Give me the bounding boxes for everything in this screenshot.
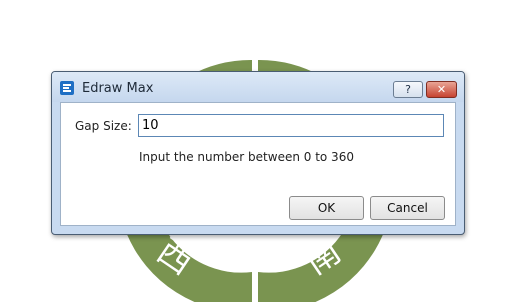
close-icon: ✕ (436, 83, 447, 96)
close-button[interactable]: ✕ (426, 81, 457, 98)
help-icon: ? (405, 83, 411, 96)
gap-size-label: Gap Size: (75, 119, 132, 133)
dialog-titlebar[interactable]: Edraw Max ? ✕ (52, 72, 464, 102)
gap-size-dialog: Edraw Max ? ✕ Gap Size: Input the number… (51, 71, 465, 235)
range-hint: Input the number between 0 to 360 (139, 150, 354, 164)
gap-size-input[interactable] (138, 114, 444, 137)
cancel-button[interactable]: Cancel (370, 196, 445, 220)
help-button[interactable]: ? (393, 81, 423, 98)
dialog-title: Edraw Max (82, 81, 154, 96)
dialog-body: Gap Size: Input the number between 0 to … (60, 102, 456, 226)
edraw-app-icon (60, 80, 74, 95)
ok-button[interactable]: OK (289, 196, 364, 220)
